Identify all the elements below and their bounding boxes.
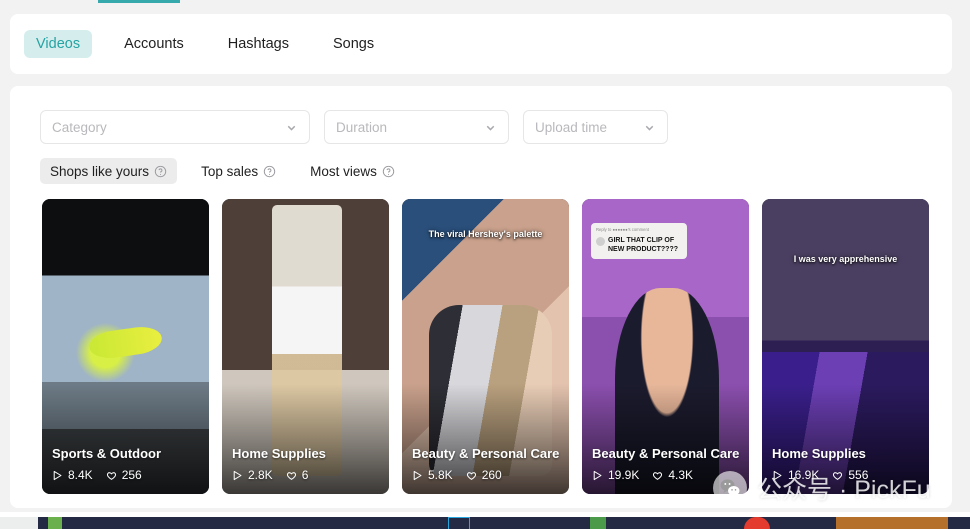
sort-chip-shops-like-yours-label: Shops like yours <box>50 164 149 179</box>
thumbnail-caption: I was very apprehensive <box>762 254 929 265</box>
taskbar-left-panel <box>0 517 38 529</box>
avatar <box>596 237 605 246</box>
heart-icon <box>106 470 117 481</box>
sort-chip-shops-like-yours[interactable]: Shops like yours <box>40 158 177 184</box>
view-count-value: 2.8K <box>248 468 273 482</box>
sort-chip-top-sales-label: Top sales <box>201 164 258 179</box>
category-select-label: Category <box>52 120 107 135</box>
play-icon <box>52 470 63 481</box>
card-stats: 8.4K 256 <box>52 468 201 482</box>
taskbar-icon-green[interactable] <box>48 517 62 529</box>
tab-accounts[interactable]: Accounts <box>112 30 196 58</box>
view-count: 2.8K <box>232 468 273 482</box>
view-count-value: 5.8K <box>428 468 453 482</box>
heart-icon <box>286 470 297 481</box>
play-icon <box>232 470 243 481</box>
duration-select[interactable]: Duration <box>324 110 509 144</box>
view-count-value: 19.9K <box>608 468 639 482</box>
active-tab-underline-above <box>98 0 180 3</box>
play-icon <box>592 470 603 481</box>
like-count-value: 4.3K <box>668 468 693 482</box>
taskbar-icon-sheets[interactable] <box>590 517 606 529</box>
thumbnail-caption: The viral Hershey's palette <box>402 229 569 240</box>
watermark-text: 公众号 · PickFu <box>757 470 931 506</box>
tab-songs-label: Songs <box>333 36 374 52</box>
view-count-value: 8.4K <box>68 468 93 482</box>
heart-icon <box>652 470 663 481</box>
video-card[interactable]: Reply to ●●●●●●'s comment GIRL THAT CLIP… <box>582 199 749 494</box>
chevron-down-icon <box>484 121 497 134</box>
sort-chips-row: Shops like yours Top sales Most views <box>40 158 419 184</box>
filters-row: Category Duration Upload time <box>40 110 668 144</box>
like-count: 256 <box>106 468 142 482</box>
heart-icon <box>466 470 477 481</box>
card-meta: Home Supplies 2.8K 6 <box>232 446 381 482</box>
video-card[interactable]: I was very apprehensive Home Supplies 16… <box>762 199 929 494</box>
sort-chip-top-sales[interactable]: Top sales <box>191 158 286 184</box>
sticker-reply-header: Reply to ●●●●●●'s comment <box>596 227 682 233</box>
video-card[interactable]: The viral Hershey's palette Beauty & Per… <box>402 199 569 494</box>
tab-hashtags-label: Hashtags <box>228 36 289 52</box>
help-circle-icon[interactable] <box>382 165 395 178</box>
card-meta: Sports & Outdoor 8.4K 256 <box>52 446 201 482</box>
view-count: 8.4K <box>52 468 93 482</box>
tab-videos[interactable]: Videos <box>24 30 92 58</box>
tab-accounts-label: Accounts <box>124 36 184 52</box>
view-count: 5.8K <box>412 468 453 482</box>
like-count-value: 6 <box>302 468 309 482</box>
like-count: 6 <box>286 468 309 482</box>
watermark: 公众号 · PickFu <box>713 470 931 506</box>
taskbar-window-active[interactable] <box>836 517 948 529</box>
sort-chip-most-views-label: Most views <box>310 164 377 179</box>
wechat-icon <box>713 471 747 505</box>
category-label: Sports & Outdoor <box>52 446 201 461</box>
upload-time-select[interactable]: Upload time <box>523 110 668 144</box>
tab-videos-label: Videos <box>36 36 80 52</box>
card-stats: 2.8K 6 <box>232 468 381 482</box>
app-screen: Videos Accounts Hashtags Songs Category <box>0 0 970 529</box>
category-select[interactable]: Category <box>40 110 310 144</box>
video-card[interactable]: Sports & Outdoor 8.4K 256 <box>42 199 209 494</box>
card-stats: 5.8K 260 <box>412 468 561 482</box>
taskbar-strip <box>38 517 970 529</box>
video-results-grid: Sports & Outdoor 8.4K 256 <box>42 199 929 494</box>
results-panel: Category Duration Upload time Shops <box>10 86 952 508</box>
sort-chip-most-views[interactable]: Most views <box>300 158 405 184</box>
like-count-value: 260 <box>482 468 502 482</box>
like-count-value: 256 <box>122 468 142 482</box>
category-label: Home Supplies <box>772 446 921 461</box>
search-type-tabs-panel: Videos Accounts Hashtags Songs <box>10 14 952 74</box>
category-label: Beauty & Personal Care <box>412 446 561 461</box>
taskbar-icon-browser[interactable] <box>448 517 470 529</box>
tabs-row: Videos Accounts Hashtags Songs <box>10 14 952 74</box>
tab-hashtags[interactable]: Hashtags <box>216 30 301 58</box>
like-count: 4.3K <box>652 468 693 482</box>
video-card[interactable]: Home Supplies 2.8K 6 <box>222 199 389 494</box>
comment-reply-sticker: Reply to ●●●●●●'s comment GIRL THAT CLIP… <box>591 223 687 259</box>
like-count: 260 <box>466 468 502 482</box>
upload-time-select-label: Upload time <box>535 120 607 135</box>
view-count: 19.9K <box>592 468 639 482</box>
category-label: Beauty & Personal Care <box>592 446 741 461</box>
play-icon <box>412 470 423 481</box>
help-circle-icon[interactable] <box>263 165 276 178</box>
chevron-down-icon <box>285 121 298 134</box>
help-circle-icon[interactable] <box>154 165 167 178</box>
card-meta: Beauty & Personal Care 5.8K <box>412 446 561 482</box>
os-taskbar <box>0 512 970 529</box>
duration-select-label: Duration <box>336 120 387 135</box>
category-label: Home Supplies <box>232 446 381 461</box>
taskbar-icon-red[interactable] <box>744 517 770 529</box>
tab-songs[interactable]: Songs <box>321 30 386 58</box>
sticker-body: GIRL THAT CLIP OF NEW PRODUCT???? <box>596 236 682 254</box>
sticker-comment-text: GIRL THAT CLIP OF NEW PRODUCT???? <box>608 236 682 254</box>
chevron-down-icon <box>643 121 656 134</box>
